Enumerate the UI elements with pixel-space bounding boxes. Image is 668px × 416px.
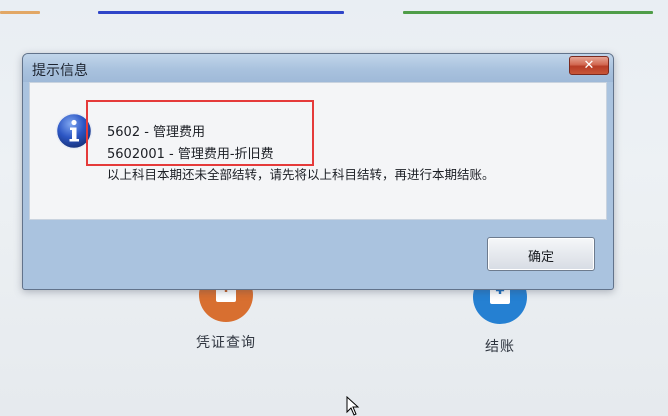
checkout-label: 结账 (485, 339, 515, 355)
tab-indicator-blue (98, 11, 344, 14)
close-button[interactable]: ✕ (569, 56, 609, 75)
mouse-cursor-icon (346, 396, 360, 416)
message-line-3: 以上科目本期还未全部结转，请先将以上科目结转，再进行本期结账。 (107, 167, 495, 182)
confirm-button-label: 确定 (527, 250, 554, 265)
voucher-query-label: 凭证查询 (196, 335, 256, 351)
dialog-titlebar[interactable]: 提示信息 ✕ (23, 54, 613, 82)
tab-indicator-orange (0, 11, 40, 14)
alert-dialog: 提示信息 ✕ 5602 - 管理费用 5602001 - 管理费用-折旧费 以上… (22, 53, 614, 290)
highlight-annotation-box (86, 100, 314, 166)
confirm-button[interactable]: 确定 (487, 237, 595, 271)
dialog-title: 提示信息 (32, 63, 88, 79)
tab-indicator-green (403, 11, 653, 14)
close-icon: ✕ (583, 58, 595, 73)
